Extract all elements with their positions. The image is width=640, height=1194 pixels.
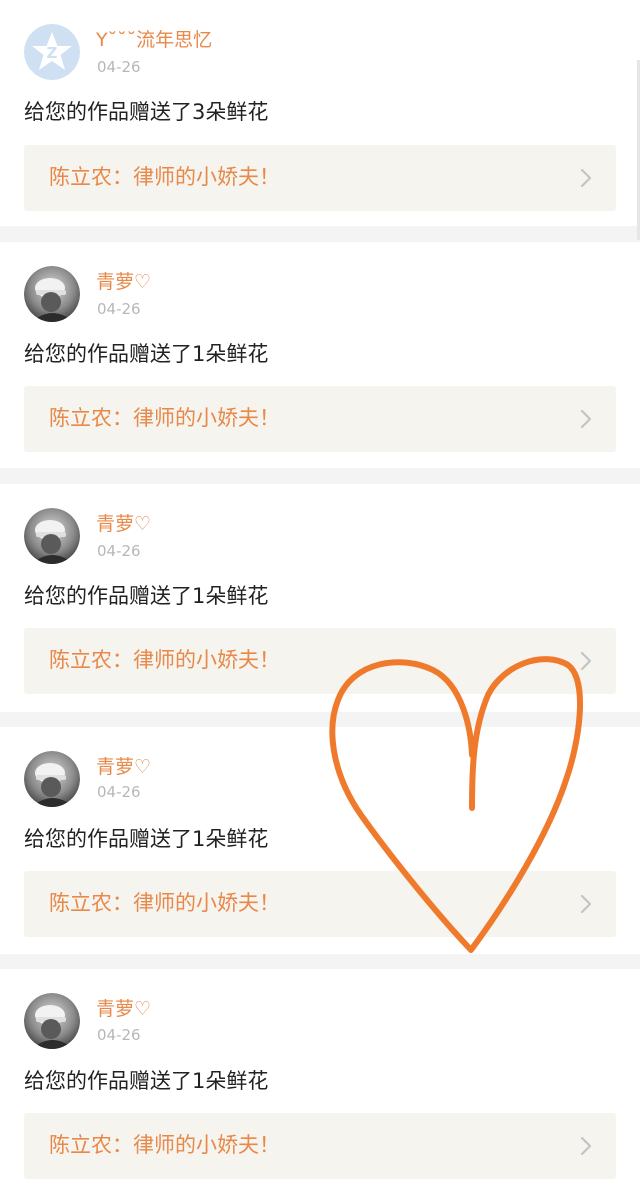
chevron-right-icon — [580, 651, 592, 671]
user-photo-avatar — [24, 751, 80, 807]
user-avatar[interactable] — [24, 751, 80, 807]
timestamp: 04-26 — [97, 1026, 141, 1044]
gift-message: 给您的作品赠送了1朵鲜花 — [24, 827, 269, 851]
user-avatar[interactable] — [24, 266, 80, 322]
default-avatar-z-icon: Z — [24, 24, 80, 80]
username[interactable]: 青萝♡ — [96, 512, 151, 536]
work-link[interactable]: 陈立农：律师的小娇夫！ — [24, 386, 616, 452]
user-avatar[interactable]: Z — [24, 24, 80, 80]
timestamp: 04-26 — [97, 783, 141, 801]
notification-card: 青萝♡ 04-26 给您的作品赠送了1朵鲜花 陈立农：律师的小娇夫！ — [0, 484, 640, 712]
user-avatar[interactable] — [24, 993, 80, 1049]
work-title: 陈立农：律师的小娇夫！ — [49, 165, 280, 189]
username[interactable]: Y˘˘˘流年思忆 — [96, 28, 212, 52]
notification-card: 青萝♡ 04-26 给您的作品赠送了1朵鲜花 陈立农：律师的小娇夫！ — [0, 242, 640, 468]
username[interactable]: 青萝♡ — [96, 755, 151, 779]
svg-text:Z: Z — [47, 44, 58, 62]
username[interactable]: 青萝♡ — [96, 997, 151, 1021]
notification-feed: Z Y˘˘˘流年思忆 04-26 给您的作品赠送了3朵鲜花 陈立农：律师的小娇夫… — [0, 0, 640, 1194]
work-link[interactable]: 陈立农：律师的小娇夫！ — [24, 628, 616, 694]
gift-message: 给您的作品赠送了3朵鲜花 — [24, 100, 269, 124]
user-photo-avatar — [24, 993, 80, 1049]
gift-message: 给您的作品赠送了1朵鲜花 — [24, 342, 269, 366]
work-title: 陈立农：律师的小娇夫！ — [49, 891, 280, 915]
work-title: 陈立农：律师的小娇夫！ — [49, 648, 280, 672]
chevron-right-icon — [580, 894, 592, 914]
notification-card: 青萝♡ 04-26 给您的作品赠送了1朵鲜花 陈立农：律师的小娇夫！ — [0, 969, 640, 1194]
timestamp: 04-26 — [97, 58, 141, 76]
work-link[interactable]: 陈立农：律师的小娇夫！ — [24, 1113, 616, 1179]
timestamp: 04-26 — [97, 542, 141, 560]
username[interactable]: 青萝♡ — [96, 270, 151, 294]
gift-message: 给您的作品赠送了1朵鲜花 — [24, 1069, 269, 1093]
timestamp: 04-26 — [97, 300, 141, 318]
chevron-right-icon — [580, 1136, 592, 1156]
notification-card: Z Y˘˘˘流年思忆 04-26 给您的作品赠送了3朵鲜花 陈立农：律师的小娇夫… — [0, 0, 640, 226]
user-avatar[interactable] — [24, 508, 80, 564]
chevron-right-icon — [580, 409, 592, 429]
work-link[interactable]: 陈立农：律师的小娇夫！ — [24, 871, 616, 937]
notification-card: 青萝♡ 04-26 给您的作品赠送了1朵鲜花 陈立农：律师的小娇夫！ — [0, 727, 640, 954]
work-title: 陈立农：律师的小娇夫！ — [49, 406, 280, 430]
user-photo-avatar — [24, 508, 80, 564]
gift-message: 给您的作品赠送了1朵鲜花 — [24, 584, 269, 608]
chevron-right-icon — [580, 168, 592, 188]
work-link[interactable]: 陈立农：律师的小娇夫！ — [24, 145, 616, 211]
work-title: 陈立农：律师的小娇夫！ — [49, 1133, 280, 1157]
user-photo-avatar — [24, 266, 80, 322]
